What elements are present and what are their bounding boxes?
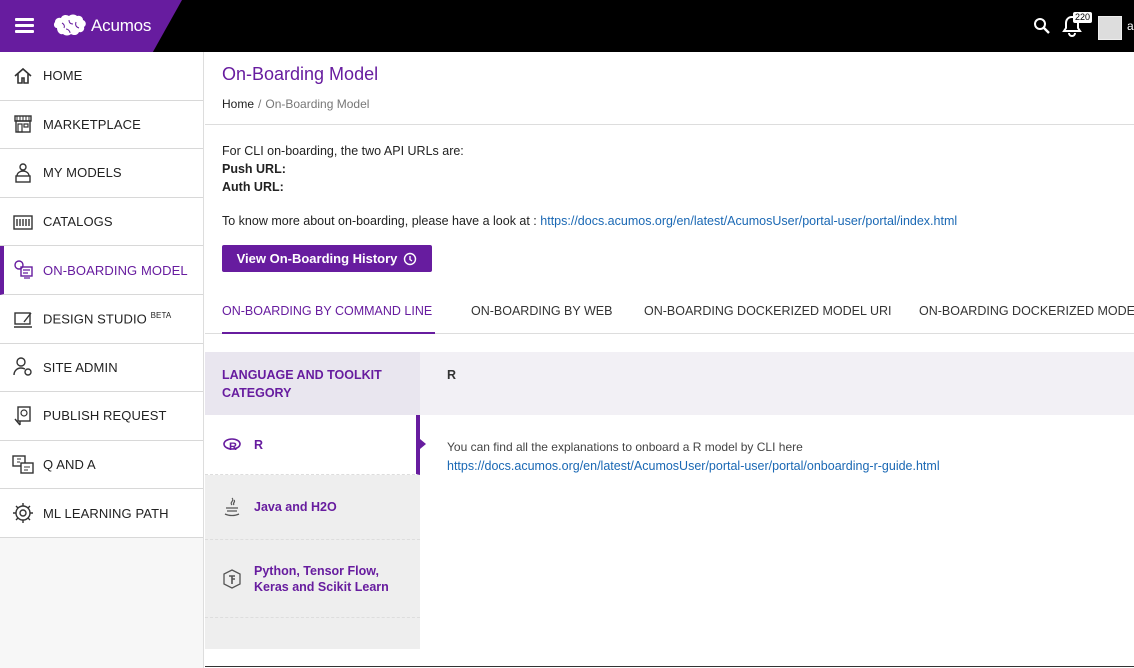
r-guide-link[interactable]: https://docs.acumos.org/en/latest/Acumos… [447, 459, 940, 473]
sidebar-item-label: SITE ADMIN [43, 359, 118, 375]
cli-intro: For CLI on-boarding, the two API URLs ar… [222, 142, 464, 196]
selected-arrow-icon [420, 439, 426, 449]
category-item-label: Python, Tensor Flow, Keras and Scikit Le… [254, 563, 389, 594]
r-language-icon: R [223, 437, 241, 453]
onboarding-icon [14, 260, 33, 279]
more-info: To know more about on-boarding, please h… [222, 214, 957, 228]
sidebar-item-catalogs[interactable]: CATALOGS [0, 197, 203, 247]
catalog-icon [13, 214, 33, 230]
brain-logo-icon [53, 14, 86, 36]
tab-dockerized-model[interactable]: ON-BOARDING DOCKERIZED MODEL [919, 304, 1134, 318]
auth-url-label: Auth URL: [222, 180, 284, 194]
sidebar-item-label: MARKETPLACE [43, 116, 141, 132]
java-icon [224, 497, 240, 517]
category-panel: LANGUAGE AND TOOLKIT CATEGORY R R Java a… [205, 352, 426, 649]
category-heading-text: LANGUAGE AND TOOLKIT CATEGORY [222, 368, 382, 400]
sidebar-item-publish-request[interactable]: PUBLISH REQUEST [0, 392, 203, 441]
category-item-label: Java and H2O [254, 500, 337, 514]
sidebar-item-label: DESIGN STUDIO BETA [43, 311, 172, 327]
brain-gear-icon [13, 503, 33, 524]
tab-command-line[interactable]: ON-BOARDING BY COMMAND LINE [222, 304, 432, 318]
sidebar-item-site-admin[interactable]: SITE ADMIN [0, 343, 203, 393]
sidebar-item-home[interactable]: HOME [0, 52, 203, 101]
notification-count-badge: 220 [1073, 12, 1093, 23]
page-title: On-Boarding Model [222, 64, 379, 84]
active-tab-indicator [222, 332, 435, 334]
design-icon [14, 312, 32, 328]
hamburger-menu-icon[interactable] [15, 18, 34, 33]
home-icon [14, 67, 32, 84]
publish-icon [14, 406, 31, 426]
sidebar-item-my-models[interactable]: MY MODELS [0, 149, 203, 198]
more-info-text: To know more about on-boarding, please h… [222, 214, 537, 228]
content-heading: R [420, 352, 1134, 415]
user-models-icon [15, 163, 31, 183]
tab-web[interactable]: ON-BOARDING BY WEB [471, 304, 612, 318]
svg-text:R: R [229, 441, 237, 453]
sidebar-item-q-and-a[interactable]: Q AND A [0, 440, 203, 490]
user-avatar[interactable] [1098, 16, 1122, 40]
sidebar-item-label: PUBLISH REQUEST [43, 408, 167, 424]
category-heading: LANGUAGE AND TOOLKIT CATEGORY [205, 352, 420, 415]
sidebar-item-label: CATALOGS [43, 214, 113, 230]
breadcrumb-home[interactable]: Home [222, 97, 254, 111]
sidebar-item-label: MY MODELS [43, 165, 122, 181]
tab-dockerized-model-uri[interactable]: ON-BOARDING DOCKERIZED MODEL URI [644, 304, 891, 318]
search-icon[interactable] [1033, 17, 1051, 35]
sidebar-item-ml-learning-path[interactable]: ML LEARNING PATH [0, 489, 203, 538]
bottom-divider [205, 666, 1134, 667]
divider [205, 124, 1134, 125]
sidebar-item-onboarding-model[interactable]: ON-BOARDING MODEL [0, 246, 203, 295]
sidebar-item-label: ML LEARNING PATH [43, 505, 169, 521]
sidebar: HOME MARKETPLACE MY MODELS CATALOGS ON-B… [0, 52, 204, 668]
qa-icon [12, 454, 34, 474]
sidebar-item-marketplace[interactable]: MARKETPLACE [0, 100, 203, 150]
category-item-r[interactable]: R R [205, 415, 420, 475]
brand-name[interactable]: Acumos [91, 16, 151, 36]
breadcrumb-current: On-Boarding Model [265, 97, 370, 111]
breadcrumb-separator: / [258, 97, 262, 111]
docs-link[interactable]: https://docs.acumos.org/en/latest/Acumos… [540, 214, 957, 228]
admin-icon [13, 357, 32, 377]
onboarding-tabs: ON-BOARDING BY COMMAND LINE ON-BOARDING … [205, 294, 1134, 334]
store-icon [14, 115, 32, 134]
view-onboarding-history-button[interactable]: View On-Boarding History [222, 245, 432, 272]
push-url-label: Push URL: [222, 162, 286, 176]
user-name-initial[interactable]: a [1127, 19, 1134, 33]
sidebar-item-design-studio[interactable]: DESIGN STUDIO BETA [0, 294, 203, 344]
category-item-label: R [254, 437, 264, 452]
brand-area: Acumos [0, 0, 182, 52]
content-body: You can find all the explanations to onb… [447, 438, 940, 476]
history-button-label: View On-Boarding History [236, 251, 398, 266]
history-icon [404, 252, 417, 265]
sidebar-item-label: Q AND A [43, 457, 96, 473]
category-item-python[interactable]: Python, Tensor Flow, Keras and Scikit Le… [205, 540, 420, 618]
cli-intro-text: For CLI on-boarding, the two API URLs ar… [222, 144, 464, 158]
sidebar-item-label: HOME [43, 68, 83, 84]
top-bar: Acumos 220 a [0, 0, 1134, 52]
main-content: On-Boarding Model Home / On-Boarding Model… [205, 52, 1134, 668]
sidebar-item-label: ON-BOARDING MODEL [43, 262, 188, 278]
category-item-java-h2o[interactable]: Java and H2O [205, 475, 420, 540]
tensorflow-icon [223, 568, 241, 589]
content-heading-text: R [447, 368, 457, 382]
breadcrumb: Home / On-Boarding Model [222, 97, 369, 111]
content-text: You can find all the explanations to onb… [447, 440, 803, 454]
beta-tag: BETA [150, 311, 172, 321]
